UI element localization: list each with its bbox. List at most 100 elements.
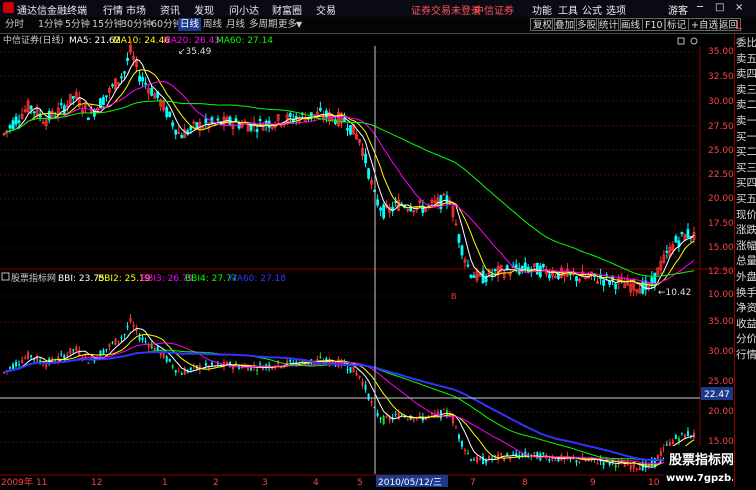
sub-candle-body	[132, 324, 135, 327]
period-daily[interactable]: 日线	[178, 18, 202, 31]
minimize-icon[interactable]: ─	[697, 2, 703, 13]
sub-candle-body	[470, 459, 473, 461]
login-notice[interactable]: 证券交易未登录	[411, 2, 481, 17]
huaxian-button[interactable]: 画线	[618, 18, 644, 31]
price-tick: 35.00	[708, 47, 733, 57]
kline-chart-svg[interactable]: 中信证券(日线) MA5: 21.62 MA10: 24.46 MA20: 26…	[0, 34, 756, 488]
sub-candle-body	[680, 432, 683, 434]
menu-gongneng[interactable]: 功能	[532, 2, 552, 17]
side-item-20[interactable]: 行情	[736, 348, 756, 363]
sub-price-tick: 15.00	[708, 437, 733, 447]
date-tick: 1	[162, 478, 168, 487]
period-1min[interactable]: 1分钟	[36, 18, 65, 31]
more-chevron-icon[interactable]: ▼	[296, 20, 302, 29]
ma10-label: MA10: 24.46	[113, 36, 170, 46]
price-tick: 20.00	[708, 194, 733, 204]
menu-caifuquan[interactable]: 财富圈	[272, 2, 302, 17]
candle-body	[249, 122, 253, 131]
sub-candle-body	[138, 336, 141, 340]
sub-price-tick: 20.00	[708, 407, 733, 417]
candle-body	[216, 118, 220, 121]
maximize-icon[interactable]: □	[715, 2, 724, 13]
sub-candle-body	[635, 468, 638, 470]
chart-area[interactable]: 中信证券(日线) MA5: 21.62 MA10: 24.46 MA20: 26…	[0, 34, 756, 488]
sub-candle-body	[177, 371, 180, 373]
menu-hangqing[interactable]: 行情	[103, 2, 123, 17]
side-item-5[interactable]: 卖一	[736, 114, 756, 129]
biaoji-button[interactable]: 标记	[664, 18, 690, 31]
candle-body	[29, 105, 33, 110]
side-item-14[interactable]: 总量	[736, 254, 756, 269]
candle-body	[490, 273, 494, 276]
sub-candle-body	[349, 367, 352, 373]
sub-candle-body	[385, 416, 388, 418]
menu-jiaoyi[interactable]: 交易	[316, 2, 336, 17]
side-item-6[interactable]: 买一	[736, 130, 756, 145]
period-fenshi[interactable]: 分时	[3, 18, 26, 31]
menu-shichang[interactable]: 市场	[126, 2, 146, 17]
sub-candle-body	[367, 393, 370, 400]
broker-name[interactable]: 中信证券	[474, 2, 514, 17]
side-item-4[interactable]: 卖二	[736, 98, 756, 113]
date-tick: 2009年	[1, 476, 33, 487]
candle-body	[255, 128, 259, 132]
candle-body	[466, 264, 470, 267]
side-item-8[interactable]: 买三	[736, 161, 756, 176]
sub-candle-body	[602, 462, 605, 466]
side-item-13[interactable]: 涨幅	[736, 239, 756, 254]
sub-candle-body	[608, 462, 611, 465]
side-item-16[interactable]: 换手	[736, 286, 756, 301]
chart-background	[0, 34, 733, 487]
period-weekly[interactable]: 周线	[201, 18, 224, 31]
menu-faxian[interactable]: 发现	[194, 2, 214, 17]
period-5min[interactable]: 5分钟	[63, 18, 92, 31]
price-tick: 15.00	[708, 243, 733, 253]
candle-body	[180, 134, 184, 139]
menu-zixun[interactable]: 资讯	[160, 2, 180, 17]
guest-label[interactable]: 游客	[668, 2, 688, 17]
sub-candle-body	[78, 349, 81, 356]
side-item-17[interactable]: 净资	[736, 301, 756, 316]
side-item-15[interactable]: 外盘	[736, 270, 756, 285]
period-multi[interactable]: 多周期	[247, 18, 280, 31]
side-item-18[interactable]: 收益	[736, 317, 756, 332]
side-item-1[interactable]: 卖五	[736, 52, 756, 67]
candle-body	[8, 125, 12, 129]
sub-candle-body	[129, 317, 132, 323]
f10-button[interactable]: F10	[642, 18, 666, 31]
sub-candle-body	[542, 452, 545, 455]
side-item-12[interactable]: 涨跌	[736, 223, 756, 238]
menu-gongshi[interactable]: 公式	[582, 2, 602, 17]
sub-candle-body	[358, 375, 361, 378]
side-item-7[interactable]: 买二	[736, 145, 756, 160]
sub-candle-body	[346, 369, 349, 371]
date-tick: 5	[357, 478, 363, 487]
sub-candle-body	[27, 352, 30, 359]
sub-candle-body	[355, 372, 358, 376]
sub-candle-body	[168, 358, 171, 362]
quote-side-panel: L 委比 卖五 卖四 卖三 卖二 卖一 买一 买二 买三 买四 买五 现价 涨跌 涨幅 总量 外盘 换手 净资 收益…	[734, 20, 756, 487]
candle-body	[11, 120, 15, 130]
close-icon[interactable]: ×	[735, 2, 743, 13]
watermark-title: 股票指标网	[669, 452, 733, 468]
menu-gongju[interactable]: 工具	[558, 2, 578, 17]
side-item-9[interactable]: 买四	[736, 176, 756, 191]
candle-body	[469, 274, 473, 278]
side-item-3[interactable]: 卖三	[736, 83, 756, 98]
sub-candle-body	[460, 441, 463, 447]
sub-candle-body	[165, 356, 168, 362]
side-item-10[interactable]: 买五	[736, 192, 756, 207]
side-item-2[interactable]: 卖四	[736, 67, 756, 82]
candle-body	[264, 120, 268, 126]
side-item-0[interactable]: 委比	[736, 36, 756, 51]
sub-candle-body	[99, 350, 102, 357]
menu-wenxiaoda[interactable]: 问小达	[229, 2, 259, 17]
sub-candle-body	[24, 357, 27, 359]
date-tick: 9	[590, 478, 596, 487]
ma20-label: MA20: 26.43	[163, 36, 220, 46]
period-monthly[interactable]: 月线	[224, 18, 247, 31]
side-item-19[interactable]: 分价	[736, 332, 756, 347]
side-item-11[interactable]: 现价	[736, 208, 756, 223]
candle-body	[547, 274, 551, 279]
menu-xuanxiang[interactable]: 选项	[606, 2, 626, 17]
